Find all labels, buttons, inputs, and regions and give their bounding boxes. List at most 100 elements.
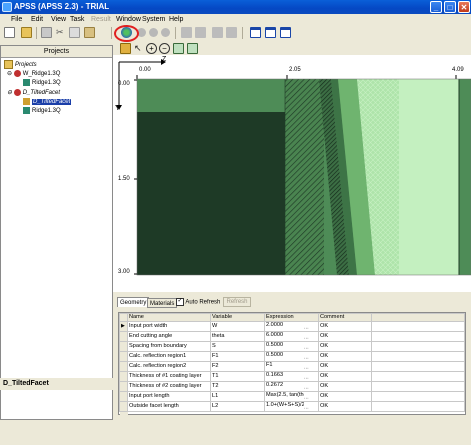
expression-edit-button[interactable]: ... xyxy=(304,404,309,410)
auto-refresh-checkbox[interactable]: ✓ Auto Refresh xyxy=(176,298,220,308)
comment-cell[interactable]: OK xyxy=(318,390,372,402)
variable-cell[interactable]: theta xyxy=(210,330,265,342)
name-cell[interactable]: Input port width xyxy=(127,320,211,332)
variable-cell[interactable]: F1 xyxy=(210,350,265,362)
zoom-out-icon[interactable]: − xyxy=(159,43,170,54)
expression-edit-button[interactable]: ... xyxy=(304,344,309,350)
fit-view-icon[interactable] xyxy=(173,43,184,54)
tree-item-w-ridge[interactable]: ⊖ W_Ridge1.3Q xyxy=(7,70,60,79)
expression-edit-button[interactable]: ... xyxy=(304,354,309,360)
table-row[interactable]: Outside facet length L2 1.0+(W+S+S)/2*... O… xyxy=(119,400,465,412)
expression-cell[interactable]: 0.2672... xyxy=(264,380,319,392)
comment-cell[interactable]: OK xyxy=(318,380,372,392)
table-row[interactable]: End cutting angle theta 6.0000... OK xyxy=(119,330,465,342)
expand-icon[interactable]: ⊖ xyxy=(7,90,12,96)
table-row[interactable]: Thickness of #1 coating layer T1 0.1663...… xyxy=(119,370,465,382)
refresh-button[interactable]: Refresh xyxy=(223,297,251,307)
chart-icon[interactable] xyxy=(226,27,237,38)
variable-cell[interactable]: F2 xyxy=(210,360,265,372)
expression-cell[interactable]: F1... xyxy=(264,360,319,372)
cascade-windows-icon[interactable] xyxy=(250,27,261,38)
expression-edit-button[interactable]: ... xyxy=(304,364,309,370)
comment-cell[interactable]: OK xyxy=(318,360,372,372)
tree-item-d-tilted-layout[interactable]: D_TiltedFacet xyxy=(23,98,72,107)
expression-edit-button[interactable]: ... xyxy=(304,334,309,340)
variable-cell[interactable]: L1 xyxy=(210,390,265,402)
column-header-comment[interactable]: Comment xyxy=(318,313,372,322)
maximize-button[interactable]: □ xyxy=(444,1,456,13)
menu-system[interactable]: System xyxy=(139,15,168,24)
menu-view[interactable]: View xyxy=(48,15,69,24)
table-row[interactable]: ▶ Input port width W 2.0000... OK xyxy=(119,320,465,332)
table-row[interactable]: Calc. reflection region2 F2 F1... OK xyxy=(119,360,465,372)
column-header-expression[interactable]: Expression xyxy=(264,313,319,322)
stop-icon[interactable] xyxy=(161,28,170,37)
layout-canvas[interactable]: Z Y 0.00 2.05 4.09 0.00 1.50 3.00 xyxy=(113,55,471,292)
menu-task[interactable]: Task xyxy=(67,15,87,24)
pointer-icon[interactable]: ↖ xyxy=(134,43,145,54)
tree-item-projects[interactable]: Projects xyxy=(4,60,37,69)
comment-cell[interactable]: OK xyxy=(318,320,372,332)
expression-cell[interactable]: 6.0000... xyxy=(264,330,319,342)
menu-edit[interactable]: Edit xyxy=(28,15,46,24)
variable-cell[interactable]: L2 xyxy=(210,400,265,412)
paste-icon[interactable] xyxy=(84,27,95,38)
name-cell[interactable]: Calc. reflection region1 xyxy=(127,350,211,362)
pause-icon[interactable] xyxy=(149,28,158,37)
name-cell[interactable]: Thickness of #1 coating layer xyxy=(127,370,211,382)
canvas-svg[interactable] xyxy=(113,55,471,292)
report-icon[interactable] xyxy=(212,27,223,38)
comment-cell[interactable]: OK xyxy=(318,350,372,362)
tree-item-d-tilted[interactable]: ⊖ D_TiltedFacet xyxy=(7,89,60,98)
new-file-icon[interactable] xyxy=(4,27,15,38)
name-cell[interactable]: Thickness of #2 coating layer xyxy=(127,380,211,392)
comment-cell[interactable]: OK xyxy=(318,370,372,382)
expression-cell[interactable]: 0.1663... xyxy=(264,370,319,382)
variable-cell[interactable]: T1 xyxy=(210,370,265,382)
comment-cell[interactable]: OK xyxy=(318,340,372,352)
tile-vertical-icon[interactable] xyxy=(280,27,291,38)
checkbox-icon[interactable]: ✓ xyxy=(176,298,184,306)
name-cell[interactable]: Outside facet length xyxy=(127,400,211,412)
tab-geometry[interactable]: Geometry xyxy=(117,297,150,307)
table-row[interactable]: Thickness of #2 coating layer T2 0.2672...… xyxy=(119,380,465,392)
expression-edit-button[interactable]: ... xyxy=(304,374,309,380)
table-row[interactable]: Spacing from boundary S 0.5000... OK xyxy=(119,340,465,352)
export-icon[interactable] xyxy=(181,27,192,38)
variable-cell[interactable]: W xyxy=(210,320,265,332)
expression-edit-button[interactable]: ... xyxy=(304,394,309,400)
expression-cell[interactable]: 0.5000... xyxy=(264,350,319,362)
copy-icon[interactable] xyxy=(69,27,80,38)
delete-icon[interactable] xyxy=(41,27,52,38)
table-row[interactable]: Calc. reflection region1 F1 0.5000... OK xyxy=(119,350,465,362)
minimize-button[interactable]: _ xyxy=(430,1,442,13)
expression-cell[interactable]: 0.5000... xyxy=(264,340,319,352)
expression-cell[interactable]: Max(2.5, tan(thet... xyxy=(264,390,319,402)
variable-cell[interactable]: S xyxy=(210,340,265,352)
name-cell[interactable]: Input port length xyxy=(127,390,211,402)
name-cell[interactable]: Spacing from boundary xyxy=(127,340,211,352)
name-cell[interactable]: End cutting angle xyxy=(127,330,211,342)
tile-horizontal-icon[interactable] xyxy=(265,27,276,38)
zoom-in-icon[interactable]: + xyxy=(146,43,157,54)
menu-file[interactable]: File xyxy=(8,15,25,24)
tree-item-ridge-2[interactable]: Ridge1.3Q xyxy=(23,107,61,116)
variable-cell[interactable]: T2 xyxy=(210,380,265,392)
tab-materials[interactable]: Materials xyxy=(147,298,178,308)
expression-edit-button[interactable]: ... xyxy=(304,324,309,330)
expression-edit-button[interactable]: ... xyxy=(304,384,309,390)
expression-cell[interactable]: 2.0000... xyxy=(264,320,319,332)
expand-icon[interactable]: ⊖ xyxy=(7,71,12,77)
column-header-name[interactable]: Name xyxy=(127,313,211,322)
column-header-variable[interactable]: Variable xyxy=(210,313,265,322)
edit-layout-icon[interactable] xyxy=(120,43,131,54)
comment-cell[interactable]: OK xyxy=(318,400,372,412)
open-folder-icon[interactable] xyxy=(21,27,32,38)
name-cell[interactable]: Calc. reflection region2 xyxy=(127,360,211,372)
comment-cell[interactable]: OK xyxy=(318,330,372,342)
menu-result[interactable]: Result xyxy=(88,15,114,24)
import-icon[interactable] xyxy=(195,27,206,38)
tree-item-ridge-1[interactable]: Ridge1.3Q xyxy=(23,79,61,88)
cut-icon[interactable]: ✂ xyxy=(56,27,67,38)
close-button[interactable]: ✕ xyxy=(458,1,470,13)
